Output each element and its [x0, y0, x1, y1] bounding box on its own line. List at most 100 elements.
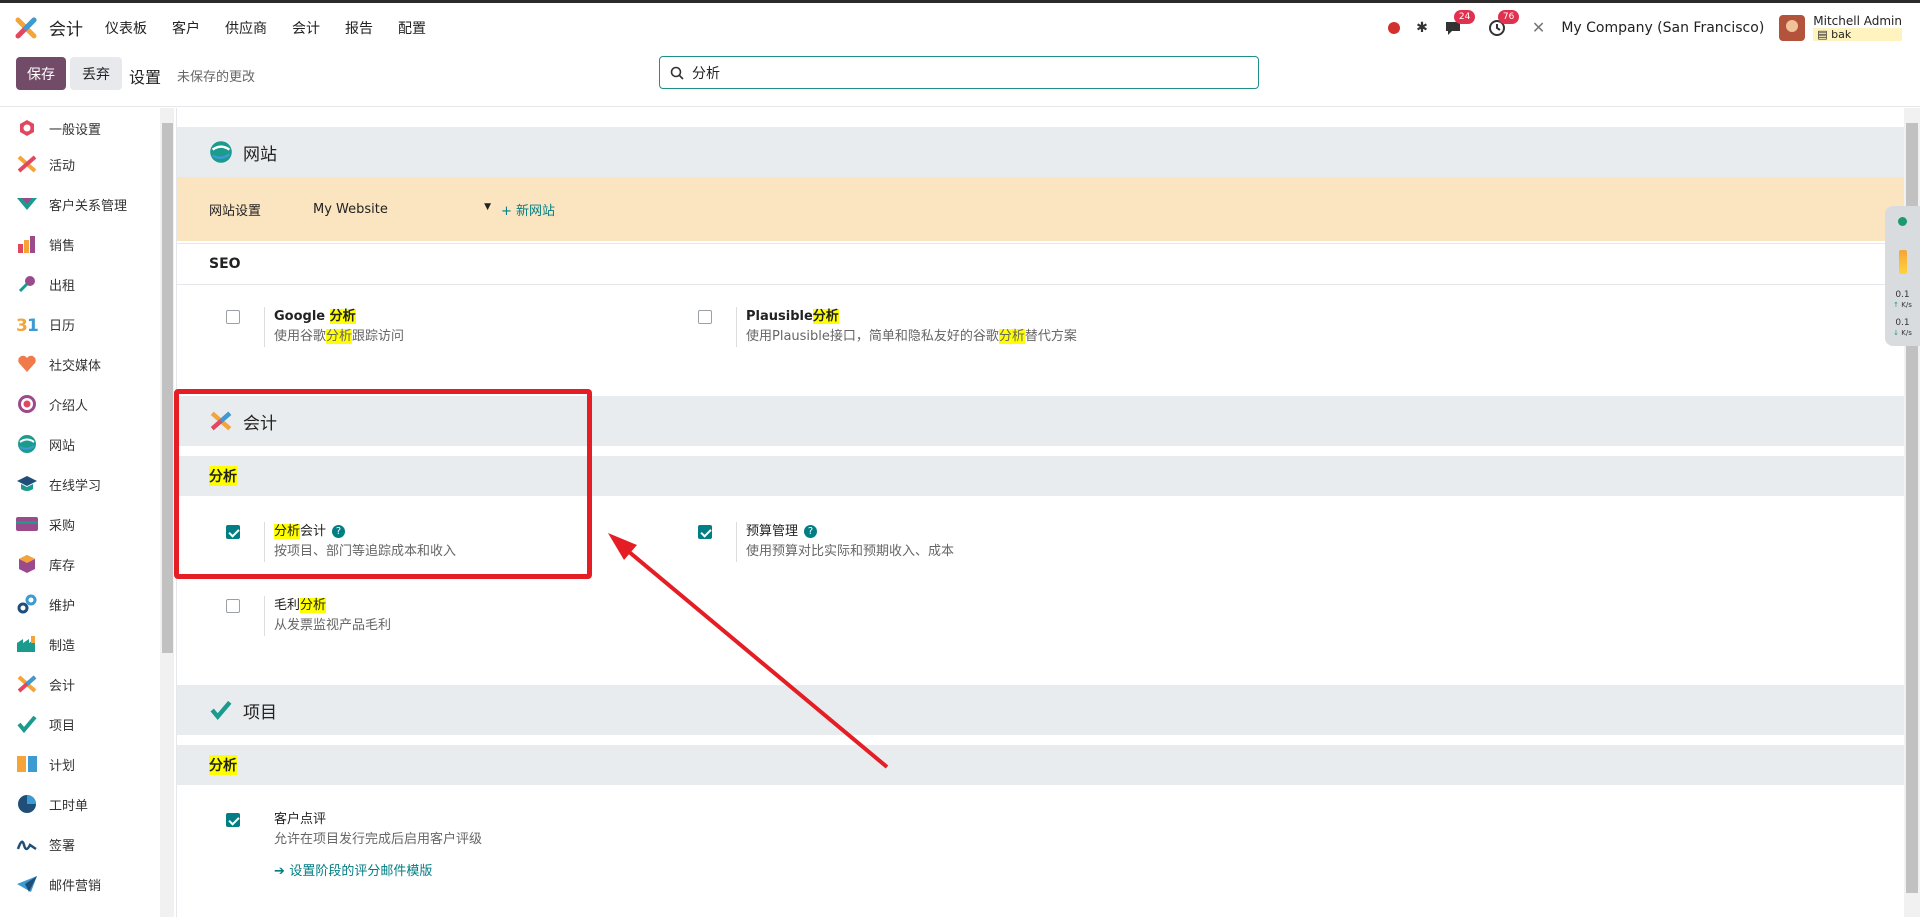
menu-reporting[interactable]: 报告	[345, 18, 373, 38]
upload-speed-unit: ↑ K/s	[1885, 300, 1920, 310]
sidebar-item-activity[interactable]: 活动	[0, 146, 158, 182]
sidebar-item-manufacturing[interactable]: 制造	[0, 626, 158, 662]
menu-accounting[interactable]: 会计	[292, 18, 320, 38]
website-icon	[209, 140, 233, 164]
sidebar-item-project[interactable]: 项目	[0, 706, 158, 742]
sidebar-item-sales[interactable]: 销售	[0, 226, 158, 262]
user-avatar[interactable]	[1779, 14, 1806, 41]
sidebar-item-website[interactable]: 网站	[0, 426, 158, 462]
margin-analysis-body: 毛利分析 从发票监视产品毛利	[264, 596, 391, 636]
messages-button[interactable]: 24	[1444, 9, 1476, 37]
sidebar-item-label: 销售	[49, 238, 76, 254]
project-app-header: 项目	[177, 685, 1904, 735]
record-icon[interactable]	[1388, 21, 1401, 34]
google-analytics-checkbox[interactable]	[226, 310, 240, 324]
company-switcher[interactable]: My Company (San Francisco)	[1561, 20, 1764, 36]
save-button[interactable]: 保存	[16, 57, 66, 90]
discard-button[interactable]: 丢弃	[70, 57, 122, 90]
setting-budget-management: 预算管理? 使用预算对比实际和预期收入、成本	[698, 522, 954, 562]
analytic-accounting-checkbox[interactable]	[226, 525, 240, 539]
margin-analysis-checkbox[interactable]	[226, 599, 240, 613]
menu-customers[interactable]: 客户	[172, 18, 200, 38]
sidebar-item-purchase[interactable]: 采购	[0, 506, 158, 542]
settings-sidebar: 一般设置 活动 客户关系管理 销售 出租 31 日历 社交媒体 介绍人 网站 在…	[0, 108, 158, 917]
desc-text: 使用Plausible接口，简单和隐私友好的谷歌	[746, 329, 999, 344]
accounting-icon	[16, 673, 38, 695]
search-highlight: 分析	[209, 466, 237, 486]
plausible-analytics-title: Plausible分析	[746, 307, 1077, 327]
title-text: 预算管理	[746, 524, 799, 539]
sidebar-item-elearning[interactable]: 在线学习	[0, 466, 158, 502]
rating-email-template-link[interactable]: 设置阶段的评分邮件模版	[289, 864, 432, 879]
plausible-analytics-desc: 使用Plausible接口，简单和隐私友好的谷歌分析替代方案	[746, 327, 1077, 347]
sidebar-item-email-marketing[interactable]: 邮件营销	[0, 866, 158, 902]
network-speed-widget[interactable]: 0.1 ↑ K/s 0.1 ↓ K/s	[1885, 206, 1920, 346]
sidebar-item-inventory[interactable]: 库存	[0, 546, 158, 582]
project-icon	[16, 713, 38, 735]
plausible-analytics-checkbox[interactable]	[698, 310, 712, 324]
referral-icon	[16, 393, 38, 415]
sidebar-item-timesheet[interactable]: 工时单	[0, 786, 158, 822]
sidebar-item-accounting[interactable]: 会计	[0, 666, 158, 702]
sidebar-item-label: 工时单	[49, 798, 89, 814]
unit-text: K/s	[1901, 329, 1912, 337]
sidebar-item-referral[interactable]: 介绍人	[0, 386, 158, 422]
desc-text: 使用谷歌	[274, 329, 327, 344]
sidebar-item-social[interactable]: 社交媒体	[0, 346, 158, 382]
analytic-accounting-title: 分析会计?	[274, 522, 456, 542]
menu-dashboard[interactable]: 仪表板	[105, 18, 147, 38]
sidebar-item-label: 维护	[49, 598, 76, 614]
debug-bug-icon[interactable]: ✱	[1416, 20, 1428, 36]
sidebar-item-maintenance[interactable]: 维护	[0, 586, 158, 622]
download-speed-value: 0.1	[1895, 318, 1910, 328]
sidebar-item-crm[interactable]: 客户关系管理	[0, 186, 158, 222]
search-highlight: 分析	[812, 309, 839, 324]
desc-text: 跟踪访问	[352, 329, 405, 344]
website-select[interactable]: My Website ▼	[313, 202, 493, 217]
arrow-up-icon: ↑	[1893, 301, 1900, 309]
website-app-title: 网站	[243, 144, 277, 165]
help-icon[interactable]: ?	[332, 525, 346, 538]
customer-ratings-checkbox[interactable]	[226, 813, 240, 827]
search-input[interactable]	[692, 64, 1232, 81]
tools-icon[interactable]: ✕	[1532, 18, 1545, 37]
sidebar-item-rental[interactable]: 出租	[0, 266, 158, 302]
rating-template-link-row: ➔ 设置阶段的评分邮件模版	[274, 860, 482, 879]
sidebar-item-sign[interactable]: 签署	[0, 826, 158, 862]
page-title: 设置	[129, 68, 162, 87]
search-highlight: 分析	[300, 598, 327, 613]
menu-configuration[interactable]: 配置	[398, 18, 426, 38]
search-highlight: 分析	[274, 524, 301, 539]
accounting-app-title: 会计	[243, 413, 277, 434]
sidebar-item-label: 库存	[49, 558, 76, 574]
top-navbar: 会计 仪表板 客户 供应商 会计 报告 配置 ✱ 24 76 ✕ My Comp…	[0, 0, 1920, 52]
project-app-title: 项目	[243, 702, 277, 723]
budget-management-checkbox[interactable]	[698, 525, 712, 539]
help-icon[interactable]: ?	[804, 525, 818, 538]
plausible-analytics-body: Plausible分析 使用Plausible接口，简单和隐私友好的谷歌分析替代…	[736, 307, 1077, 347]
app-name[interactable]: 会计	[49, 15, 83, 40]
analytic-accounting-body: 分析会计? 按项目、部门等追踪成本和收入	[264, 522, 456, 562]
sidebar-item-label: 计划	[49, 758, 76, 774]
svg-text:1: 1	[27, 316, 38, 333]
title-text: 会计	[300, 524, 327, 539]
sidebar-item-general[interactable]: 一般设置	[0, 110, 158, 146]
new-website-link[interactable]: + 新网站	[501, 200, 555, 219]
setting-plausible-analytics: Plausible分析 使用Plausible接口，简单和隐私友好的谷歌分析替代…	[698, 307, 1077, 347]
unsaved-changes-label: 未保存的更改	[177, 70, 256, 85]
menu-vendors[interactable]: 供应商	[225, 18, 267, 38]
accounting-logo-icon[interactable]	[15, 17, 37, 39]
sidebar-item-label: 日历	[49, 318, 76, 334]
sidebar-item-label: 网站	[49, 438, 76, 454]
settings-search-box[interactable]	[659, 56, 1259, 89]
user-menu[interactable]: Mitchell Admin ▤ bak	[1813, 14, 1902, 41]
sidebar-item-label: 活动	[49, 158, 76, 174]
sidebar-scrollbar-thumb[interactable]	[162, 123, 173, 653]
search-highlight: 分析	[209, 755, 237, 775]
messages-badge: 24	[1453, 9, 1476, 24]
activities-button[interactable]: 76	[1488, 9, 1520, 37]
sidebar-item-calendar[interactable]: 31 日历	[0, 306, 158, 342]
crm-icon	[16, 193, 38, 215]
search-highlight: 分析	[329, 309, 356, 324]
sidebar-item-planning[interactable]: 计划	[0, 746, 158, 782]
